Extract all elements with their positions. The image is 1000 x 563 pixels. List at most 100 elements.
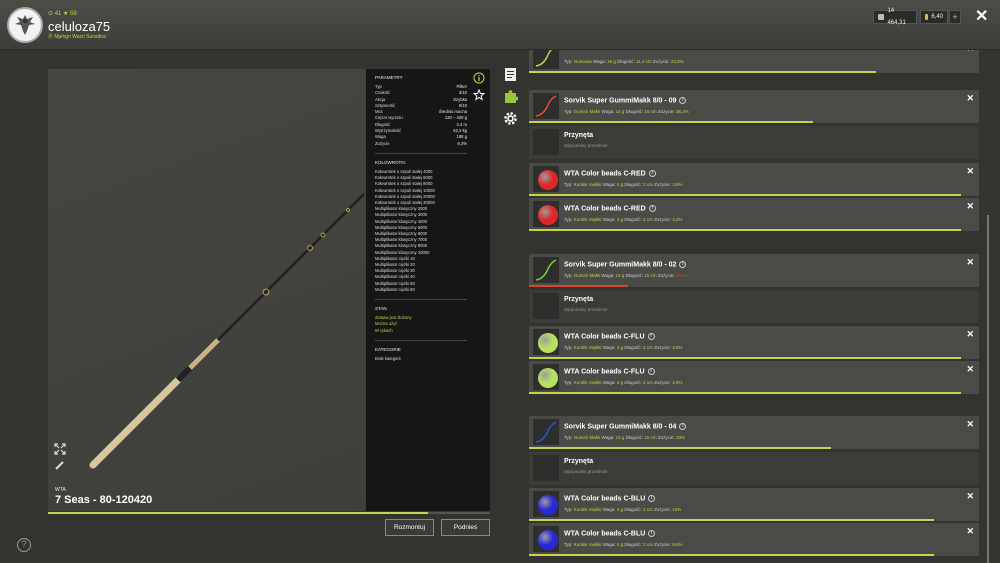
info-icon[interactable]: i <box>647 333 655 340</box>
tackle-item[interactable]: Sorvik Super GummiMakk 8/0 - 09 i Typ: Gum… <box>529 90 979 123</box>
pencil-icon[interactable] <box>54 459 66 471</box>
wear-bar <box>529 357 961 359</box>
item-name: WTA Color beads C-RED i <box>564 170 656 177</box>
remove-item-button[interactable]: ✕ <box>966 491 974 502</box>
meta-value: 2 cm <box>643 507 653 512</box>
puzzle-icon[interactable] <box>503 89 518 104</box>
item-name-text: WTA Color beads C-RED <box>564 170 646 178</box>
tackle-item[interactable]: Sorvik Super GummiMakk 8/0 - 04 i Typ: Gum… <box>529 416 979 449</box>
meta-value: Gummi Makk <box>573 273 601 278</box>
tackle-item[interactable]: Typ: Gumowa Waga: 15 g Długość: 11,4 cm … <box>529 50 979 73</box>
compat-title: KOLOWROTKI <box>375 159 406 165</box>
meta-label: Waga: <box>600 109 616 114</box>
info-icon[interactable]: i <box>648 170 656 177</box>
pickup-button[interactable]: Podnieś <box>441 519 490 536</box>
item-name-text: Przynęta <box>564 296 594 303</box>
meta-label: Długość: <box>623 380 644 385</box>
document-icon[interactable] <box>504 67 517 82</box>
bait-slot[interactable]: Przynęta Opcjonalny przedmiot <box>529 126 979 159</box>
remove-item-button[interactable]: ✕ <box>966 50 974 54</box>
info-icon[interactable]: i <box>679 261 687 268</box>
item-name: Przynęta <box>564 132 593 139</box>
meta-value: 15 cm <box>644 109 657 114</box>
info-icon[interactable]: i <box>648 530 656 537</box>
remove-item-button[interactable]: ✕ <box>966 257 974 268</box>
item-thumb <box>533 419 559 445</box>
meta-label: Długość: <box>623 507 644 512</box>
rod-wear-bar <box>48 512 490 514</box>
item-meta: Typ: Koralik miękki Waga: 4 g Długość: 2… <box>564 217 682 222</box>
tackle-item[interactable]: WTA Color beads C-BLU i Typ: Koralik miękk… <box>529 488 979 521</box>
remove-item-button[interactable]: ✕ <box>966 201 974 212</box>
category-title: KATEGORIE <box>375 347 401 353</box>
item-meta: Opcjonalny przedmiot <box>564 143 608 148</box>
meta-label: Zużycie: <box>652 345 673 350</box>
meta-label: Waga: <box>601 182 617 187</box>
tackle-item[interactable]: WTA Color beads C-BLU i Typ: Koralik miękk… <box>529 523 979 556</box>
close-button[interactable]: ✕ <box>975 6 988 26</box>
info-icon[interactable]: i <box>679 97 687 104</box>
meta-value: 2 cm <box>643 182 653 187</box>
expand-icon[interactable] <box>54 443 66 455</box>
tackle-item[interactable]: WTA Color beads C-RED i Typ: Koralik miękk… <box>529 198 979 231</box>
wear-bar <box>529 519 934 521</box>
tackle-item[interactable]: Sorvik Super GummiMakk 8/0 - 02 i Typ: Gum… <box>529 254 979 287</box>
add-currency-button[interactable]: + <box>949 10 961 24</box>
remove-item-button[interactable]: ✕ <box>966 419 974 430</box>
meta-label: Długość: <box>623 345 644 350</box>
info-icon[interactable]: i <box>647 368 655 375</box>
bead-ball-icon <box>538 368 558 388</box>
remove-item-button[interactable]: ✕ <box>966 166 974 177</box>
item-name-text: Sorvik Super GummiMakk 8/0 - 09 <box>564 97 677 105</box>
meta-value: Koralik miękki <box>573 507 602 512</box>
tackle-item[interactable]: WTA Color beads C-FLU i Typ: Koralik miękk… <box>529 326 979 359</box>
remove-item-button[interactable]: ✕ <box>966 364 974 375</box>
wear-bar <box>529 285 628 287</box>
item-meta: Typ: Gummi Makk Waga: 14 g Długość: 15 c… <box>564 435 685 440</box>
meta-label: Waga: <box>600 273 616 278</box>
bait-slot[interactable]: Przynęta Opcjonalny przedmiot <box>529 290 979 323</box>
dismantle-button[interactable]: Rozmontuj <box>385 519 434 536</box>
item-name: WTA Color beads C-FLU i <box>564 333 655 340</box>
gear-icon[interactable] <box>503 111 518 126</box>
tackle-item[interactable]: WTA Color beads C-FLU i Typ: Koralik miękk… <box>529 361 979 394</box>
compat-item: Multiplikator ciężki 60 <box>375 286 415 292</box>
meta-label: Zużycie: <box>652 507 673 512</box>
remove-item-button[interactable]: ✕ <box>966 526 974 537</box>
meta-label: Waga: <box>601 217 617 222</box>
meta-value: 15 cm <box>644 273 657 278</box>
eagle-emblem-icon <box>15 15 35 35</box>
item-meta: Typ: Koralik miękki Waga: 4 g Długość: 2… <box>564 507 681 512</box>
item-thumb <box>533 329 559 355</box>
param-value: 6,4% <box>457 140 467 146</box>
wear-bar <box>529 392 961 394</box>
star-favorite-icon[interactable] <box>473 89 485 101</box>
meta-label: Długość: <box>624 273 645 278</box>
bait-slot[interactable]: Przynęta Opcjonalny przedmiot <box>529 452 979 485</box>
meta-label: Typ: <box>564 435 574 440</box>
remove-item-button[interactable]: ✕ <box>966 329 974 340</box>
bead-ball-icon <box>538 495 558 515</box>
user-stats: ⊙ 41 ★ 59 <box>48 11 77 17</box>
divider <box>375 152 467 154</box>
meta-label: Długość: <box>624 109 645 114</box>
meta-label: Długość: <box>623 542 644 547</box>
wear-bar <box>529 121 813 123</box>
info-icon[interactable]: i <box>648 495 656 502</box>
param-label: Zużycie <box>375 140 390 146</box>
avatar[interactable] <box>7 7 43 43</box>
scrollbar[interactable] <box>987 215 989 563</box>
info-icon[interactable]: i <box>648 205 656 212</box>
tackle-item[interactable]: WTA Color beads C-RED i Typ: Koralik miękk… <box>529 163 979 196</box>
meta-value: 36,2% <box>675 109 689 114</box>
tackle-list: Typ: Gumowa Waga: 15 g Długość: 11,4 cm … <box>529 50 979 563</box>
meta-value: 2 cm <box>643 345 653 350</box>
meta-value: 3,6% <box>672 345 683 350</box>
info-icon[interactable] <box>473 72 485 84</box>
remove-item-button[interactable]: ✕ <box>966 93 974 104</box>
info-icon[interactable]: i <box>679 423 687 430</box>
meta-label: Waga: <box>591 59 608 64</box>
meta-label: Długość: <box>615 59 636 64</box>
fishing-rod-image <box>89 193 365 469</box>
help-icon[interactable]: ? <box>17 538 31 552</box>
